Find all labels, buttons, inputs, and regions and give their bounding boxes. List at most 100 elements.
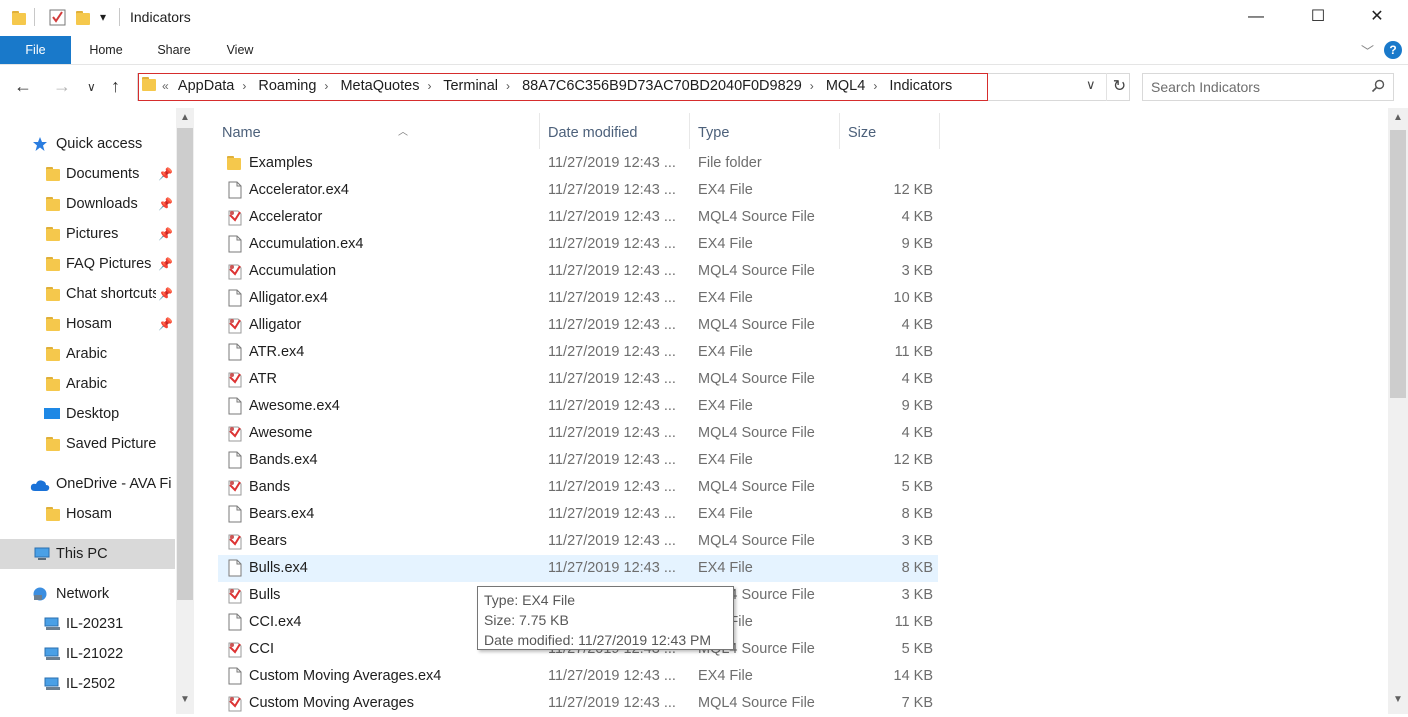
file-row[interactable]: Accumulation.ex4 11/27/2019 12:43 ... EX4 … xyxy=(218,231,938,258)
folder-icon xyxy=(46,257,60,271)
nav-onedrive[interactable]: OneDrive - AVA Fi xyxy=(30,471,176,497)
breadcrumb-terminal-id[interactable]: 88A7C6C356B9D73AC70BD2040F0D9829 xyxy=(522,78,802,94)
column-divider[interactable] xyxy=(839,113,840,149)
minimize-button[interactable]: — xyxy=(1233,0,1279,34)
nav-network-computer[interactable]: IL-2502 xyxy=(44,671,174,697)
nav-item-saved-pictures[interactable]: Saved Pictures xyxy=(44,431,174,457)
nav-network[interactable]: Network xyxy=(32,581,176,607)
file-row[interactable]: Accelerator 11/27/2019 12:43 ... MQL4 Sour… xyxy=(218,204,938,231)
nav-this-pc[interactable]: This PC xyxy=(34,541,174,567)
recent-locations-chevron-icon[interactable]: ∨ xyxy=(87,80,96,94)
scrollbar-thumb[interactable] xyxy=(177,128,193,600)
breadcrumb-appdata[interactable]: AppData xyxy=(178,78,234,94)
close-button[interactable]: ✕ xyxy=(1354,0,1400,34)
breadcrumb-chevron-icon[interactable]: › xyxy=(324,79,328,93)
scrollbar-thumb[interactable] xyxy=(1390,130,1406,398)
breadcrumb-chevron-icon[interactable]: › xyxy=(810,79,814,93)
folder-icon xyxy=(46,317,60,331)
file-row[interactable]: Bulls.ex4 11/27/2019 12:43 ... EX4 File 8 K… xyxy=(218,555,938,582)
breadcrumb-metaquotes[interactable]: MetaQuotes xyxy=(340,78,419,94)
tab-file[interactable]: File xyxy=(0,36,71,64)
tab-view[interactable]: View xyxy=(222,36,258,64)
nav-item-hosam[interactable]: Hosam 📌 xyxy=(44,311,174,337)
nav-item-arabic[interactable]: Arabic xyxy=(44,371,174,397)
tab-share[interactable]: Share xyxy=(153,36,195,64)
nav-item-documents[interactable]: Documents 📌 xyxy=(44,161,174,187)
breadcrumb-chevron-icon[interactable]: › xyxy=(427,79,431,93)
expand-ribbon-chevron-icon[interactable]: ﹀ xyxy=(1361,41,1374,60)
file-row[interactable]: ATR 11/27/2019 12:43 ... MQL4 Source File 4… xyxy=(218,366,938,393)
file-row[interactable]: Custom Moving Averages 11/27/2019 12:43 .… xyxy=(218,690,938,717)
nav-item-pictures[interactable]: Pictures 📌 xyxy=(44,221,174,247)
nav-item-chat-shortcuts[interactable]: Chat shortcuts 📌 xyxy=(44,281,174,307)
column-header-size[interactable]: Size xyxy=(848,125,876,141)
address-history-chevron-icon[interactable]: ∨ xyxy=(1086,77,1096,93)
customize-quick-access-dropdown-icon[interactable]: ▾ xyxy=(100,10,106,24)
column-divider[interactable] xyxy=(539,113,540,149)
pin-icon: 📌 xyxy=(158,197,173,211)
file-row[interactable]: Alligator 11/27/2019 12:43 ... MQL4 Source… xyxy=(218,312,938,339)
new-folder-icon[interactable] xyxy=(76,11,90,25)
breadcrumb-chevron-icon[interactable]: › xyxy=(873,79,877,93)
breadcrumb-terminal[interactable]: Terminal xyxy=(443,78,498,94)
file-row[interactable]: Bears 11/27/2019 12:43 ... MQL4 Source Fil… xyxy=(218,528,938,555)
file-row[interactable]: Custom Moving Averages.ex4 11/27/2019 12:… xyxy=(218,663,938,690)
search-box[interactable] xyxy=(1142,73,1394,101)
file-info-tooltip: Type: EX4 File Size: 7.75 KB Date modifi… xyxy=(477,586,734,650)
file-size: 12 KB xyxy=(893,452,934,468)
column-header-type[interactable]: Type xyxy=(698,125,729,141)
nav-network-computer[interactable]: IL-21022 xyxy=(44,641,174,667)
divider xyxy=(119,8,120,26)
refresh-icon[interactable]: ↻ xyxy=(1106,73,1132,101)
nav-scrollbar[interactable]: ▲ ▼ xyxy=(176,108,194,714)
help-button[interactable]: ? xyxy=(1384,41,1402,59)
scroll-up-arrow-icon[interactable]: ▲ xyxy=(176,112,194,123)
search-input[interactable] xyxy=(1151,79,1361,95)
column-header-date[interactable]: Date modified xyxy=(548,125,637,141)
file-date: 11/27/2019 12:43 ... xyxy=(548,155,676,171)
breadcrumb-roaming[interactable]: Roaming xyxy=(258,78,316,94)
file-name: ATR xyxy=(249,371,277,387)
breadcrumb-indicators[interactable]: Indicators xyxy=(889,78,952,94)
up-arrow-icon[interactable]: ↑ xyxy=(111,76,120,97)
nav-quick-access[interactable]: Quick access xyxy=(32,131,176,157)
search-icon[interactable] xyxy=(1371,79,1385,93)
file-size: 14 KB xyxy=(893,668,934,684)
nav-network-computer[interactable]: IL-20231 xyxy=(44,611,174,637)
file-row[interactable]: Awesome.ex4 11/27/2019 12:43 ... EX4 File 9… xyxy=(218,393,938,420)
file-row[interactable]: Accumulation 11/27/2019 12:43 ... MQL4 Sou… xyxy=(218,258,938,285)
column-divider[interactable] xyxy=(939,113,940,149)
file-row[interactable]: Bands.ex4 11/27/2019 12:43 ... EX4 File 12 … xyxy=(218,447,938,474)
breadcrumb-chevron-icon[interactable]: › xyxy=(506,79,510,93)
breadcrumb-mql4[interactable]: MQL4 xyxy=(826,78,866,94)
file-list-scrollbar[interactable]: ▲ ▼ xyxy=(1388,108,1408,714)
nav-label: Quick access xyxy=(56,136,143,152)
file-row[interactable]: Bands 11/27/2019 12:43 ... MQL4 Source Fil… xyxy=(218,474,938,501)
file-row[interactable]: ATR.ex4 11/27/2019 12:43 ... EX4 File 11 KB xyxy=(218,339,938,366)
breadcrumb-chevron-icon[interactable]: › xyxy=(242,79,246,93)
nav-label: Downloads xyxy=(66,196,138,212)
file-row[interactable]: Awesome 11/27/2019 12:43 ... MQL4 Source F… xyxy=(218,420,938,447)
scroll-down-arrow-icon[interactable]: ▼ xyxy=(1388,694,1408,705)
tab-home[interactable]: Home xyxy=(85,36,127,64)
file-row[interactable]: Alligator.ex4 11/27/2019 12:43 ... EX4 Fil… xyxy=(218,285,938,312)
properties-checkmark-icon[interactable] xyxy=(49,9,66,26)
nav-item-arabic[interactable]: Arabic xyxy=(44,341,174,367)
file-row[interactable]: Examples 11/27/2019 12:43 ... File folder xyxy=(218,150,938,177)
breadcrumb-overflow[interactable]: « xyxy=(162,79,169,93)
file-name: Awesome.ex4 xyxy=(249,398,340,414)
back-arrow-icon[interactable]: ← xyxy=(14,76,32,97)
column-divider[interactable] xyxy=(689,113,690,149)
nav-onedrive-hosam[interactable]: Hosam xyxy=(44,501,174,527)
maximize-button[interactable]: ☐ xyxy=(1295,0,1341,34)
scroll-down-arrow-icon[interactable]: ▼ xyxy=(176,694,194,705)
file-row[interactable]: Accelerator.ex4 11/27/2019 12:43 ... EX4 F… xyxy=(218,177,938,204)
nav-item-downloads[interactable]: Downloads 📌 xyxy=(44,191,174,217)
nav-item-desktop[interactable]: Desktop xyxy=(44,401,174,427)
column-header-name[interactable]: ︿ Name xyxy=(222,125,408,141)
nav-item-faq-pictures[interactable]: FAQ Pictures 📌 xyxy=(44,251,174,277)
file-row[interactable]: Bears.ex4 11/27/2019 12:43 ... EX4 File 8 K… xyxy=(218,501,938,528)
forward-arrow-icon[interactable]: → xyxy=(53,76,71,97)
scroll-up-arrow-icon[interactable]: ▲ xyxy=(1388,112,1408,123)
navigation-pane: Quick access Documents 📌 Downloads 📌 Picture… xyxy=(0,108,196,714)
